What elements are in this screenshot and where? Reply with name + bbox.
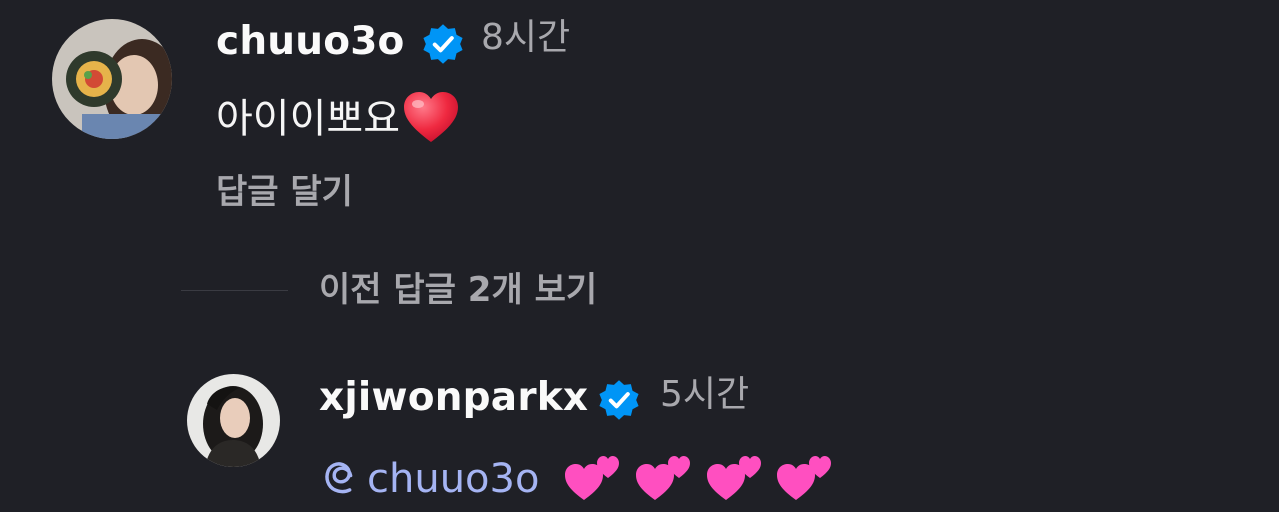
two-hearts-icons (564, 456, 834, 502)
reply-timestamp: 5시간 (660, 374, 750, 415)
replies-divider (181, 290, 288, 291)
comment-text-body: 아이이뽀요 (216, 96, 400, 142)
red-heart-icon (404, 92, 458, 142)
avatar-xjiwonparkx[interactable] (187, 374, 280, 467)
view-previous-replies-button[interactable]: 이전 답글 2개 보기 (319, 266, 597, 314)
two-hearts-icon (777, 456, 832, 500)
reply-text: chuuo3o (319, 451, 834, 507)
avatar-chuuo3o[interactable] (52, 19, 172, 139)
threads-at-icon (325, 462, 353, 494)
comment-timestamp: 8시간 (481, 17, 571, 58)
reply-button[interactable]: 답글 달기 (216, 168, 353, 216)
avatar-image (52, 19, 172, 139)
mention-link[interactable]: chuuo3o (319, 456, 539, 502)
two-hearts-icon (635, 456, 690, 500)
comment-username[interactable]: chuuo3o (216, 18, 405, 66)
mention-username: chuuo3o (367, 456, 540, 502)
reply-username[interactable]: xjiwonparkx (319, 374, 588, 422)
verified-badge-icon (599, 380, 639, 420)
verified-badge-icon (423, 24, 463, 64)
two-hearts-icon (565, 456, 620, 500)
two-hearts-icon (706, 456, 761, 500)
avatar-image (187, 374, 280, 467)
comment-text: 아이이뽀요 (216, 90, 460, 147)
